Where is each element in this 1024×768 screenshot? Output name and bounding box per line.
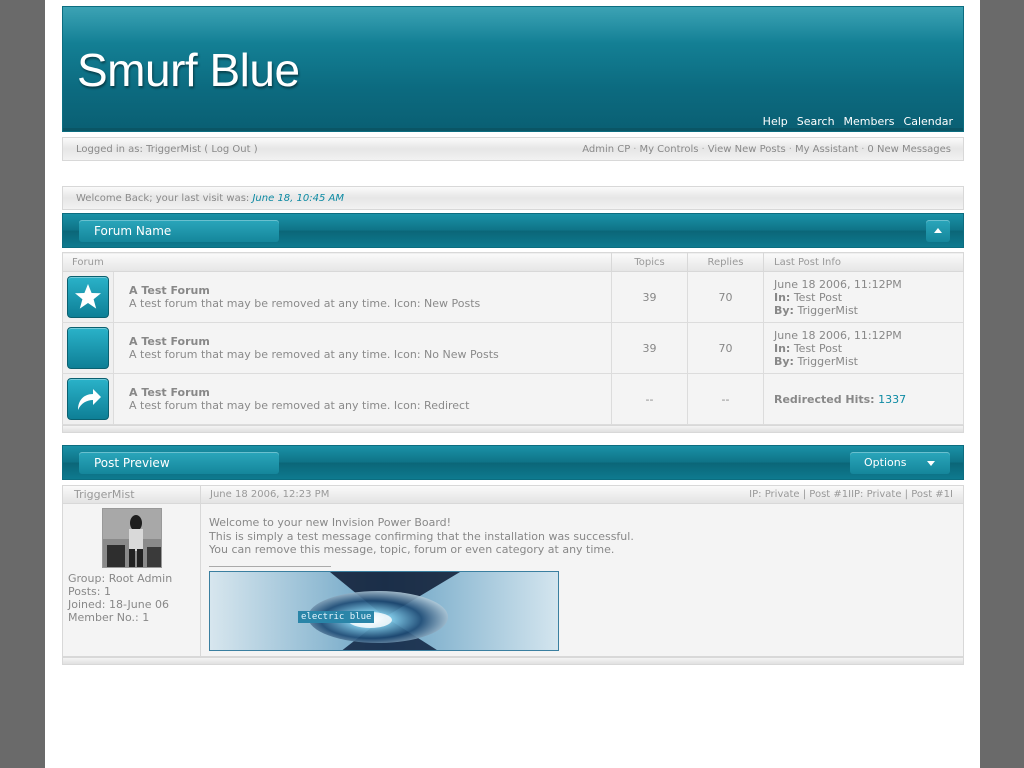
category-title[interactable]: Forum Name <box>79 220 279 242</box>
post-message: Welcome to your new Invision Power Board… <box>209 516 634 556</box>
author-sidebar: Group: Root Admin Posts: 1 Joined: 18-Ju… <box>63 504 201 656</box>
forum-row: A Test Forum A test forum that may be re… <box>62 271 964 323</box>
logged-in-text[interactable]: Logged in as: TriggerMist ( Log Out ) <box>76 144 258 155</box>
forum-description: A test forum that may be removed at any … <box>129 348 499 361</box>
col-topics: Topics <box>611 252 688 272</box>
signature-image: electric blue <box>209 571 559 651</box>
options-button[interactable]: Options <box>850 452 950 474</box>
last-post-author-link[interactable]: TriggerMist <box>797 355 858 368</box>
star-icon[interactable] <box>67 276 109 318</box>
author-meta: Group: Root Admin Posts: 1 Joined: 18-Ju… <box>68 572 172 624</box>
forum-description: A test forum that may be removed at any … <box>129 297 481 310</box>
nav-calendar-link[interactable]: Calendar <box>904 115 953 128</box>
forum-topics-count: 39 <box>611 322 688 374</box>
my-assistant-link[interactable]: My Assistant <box>795 144 858 155</box>
last-post-topic-link[interactable]: Test Post <box>794 291 842 304</box>
category-header: Forum Name <box>62 213 964 248</box>
forum-topics-count: -- <box>611 373 688 425</box>
nav-members-link[interactable]: Members <box>844 115 895 128</box>
forum-title[interactable]: A Test Forum <box>129 284 611 297</box>
post-preview-header: Post Preview Options <box>62 445 964 480</box>
last-post-author-link[interactable]: TriggerMist <box>797 304 858 317</box>
last-post-info: June 18 2006, 11:12PM In: Test Post By: … <box>763 271 964 323</box>
last-visit-date: June 18, 10:45 AM <box>252 193 344 204</box>
welcome-bar: Welcome Back; your last visit was: June … <box>62 186 964 210</box>
forum-description: A test forum that may be removed at any … <box>129 399 470 412</box>
page: Smurf Blue Help Search Members Calendar … <box>45 0 980 768</box>
post-body: Group: Root Admin Posts: 1 Joined: 18-Ju… <box>62 503 964 657</box>
no-new-posts-icon[interactable] <box>67 327 109 369</box>
author-member-no: Member No.: 1 <box>68 611 150 624</box>
col-replies: Replies <box>687 252 764 272</box>
forum-replies-count: 70 <box>687 271 764 323</box>
avatar[interactable] <box>102 508 162 568</box>
view-new-posts-link[interactable]: View New Posts <box>708 144 786 155</box>
author-group: Group: Root Admin <box>68 572 173 585</box>
site-header: Smurf Blue Help Search Members Calendar <box>62 6 964 132</box>
chevron-down-icon <box>927 461 935 466</box>
category-footer <box>62 425 964 433</box>
forum-replies-count: -- <box>687 373 764 425</box>
my-controls-link[interactable]: My Controls <box>639 144 698 155</box>
redirect-hits-count: 1337 <box>878 392 907 406</box>
post-footer <box>62 657 964 665</box>
col-last-post-info: Last Post Info <box>763 252 964 272</box>
user-bar: Logged in as: TriggerMist ( Log Out ) Ad… <box>62 137 964 161</box>
last-post-info: June 18 2006, 11:12PM In: Test Post By: … <box>763 322 964 374</box>
redirect-arrow-icon[interactable] <box>67 378 109 420</box>
col-forum: Forum <box>62 252 612 272</box>
post-ip-info: IP: Private | Post #1IIP: Private | Post… <box>749 489 953 500</box>
last-post-date: June 18 2006, 11:12PM <box>774 328 902 342</box>
forum-replies-count: 70 <box>687 322 764 374</box>
redirect-hits-info: Redirected Hits: 1337 <box>763 373 964 425</box>
post-author[interactable]: TriggerMist <box>63 486 201 503</box>
signature-divider <box>209 566 331 567</box>
top-navigation: Help Search Members Calendar <box>763 115 953 128</box>
nav-help-link[interactable]: Help <box>763 115 788 128</box>
admin-cp-link[interactable]: Admin CP <box>582 144 630 155</box>
last-post-date: June 18 2006, 11:12PM <box>774 277 902 291</box>
post-header: TriggerMist June 18 2006, 12:23 PM IP: P… <box>62 485 964 504</box>
redirect-hits-label: Redirected Hits: <box>774 392 875 406</box>
forum-row: A Test Forum A test forum that may be re… <box>62 373 964 425</box>
last-post-topic-link[interactable]: Test Post <box>794 342 842 355</box>
forum-title[interactable]: A Test Forum <box>129 386 611 399</box>
author-posts: Posts: 1 <box>68 585 111 598</box>
site-logo[interactable]: Smurf Blue <box>77 43 300 97</box>
nav-search-link[interactable]: Search <box>797 115 835 128</box>
signature-text: electric blue <box>298 611 375 623</box>
post-date: June 18 2006, 12:23 PM <box>210 489 330 500</box>
welcome-text: Welcome Back; your last visit was: <box>76 193 250 204</box>
author-joined: Joined: 18-June 06 <box>68 598 169 611</box>
forum-title[interactable]: A Test Forum <box>129 335 611 348</box>
forum-table: Forum Topics Replies Last Post Info A Te… <box>62 252 964 425</box>
forum-table-header: Forum Topics Replies Last Post Info <box>62 252 964 272</box>
user-links: Admin CP · My Controls · View New Posts … <box>582 144 951 155</box>
post-preview-title: Post Preview <box>79 452 279 474</box>
collapse-up-icon[interactable] <box>926 220 950 242</box>
forum-row: A Test Forum A test forum that may be re… <box>62 322 964 374</box>
new-messages-link[interactable]: 0 New Messages <box>867 144 951 155</box>
forum-topics-count: 39 <box>611 271 688 323</box>
